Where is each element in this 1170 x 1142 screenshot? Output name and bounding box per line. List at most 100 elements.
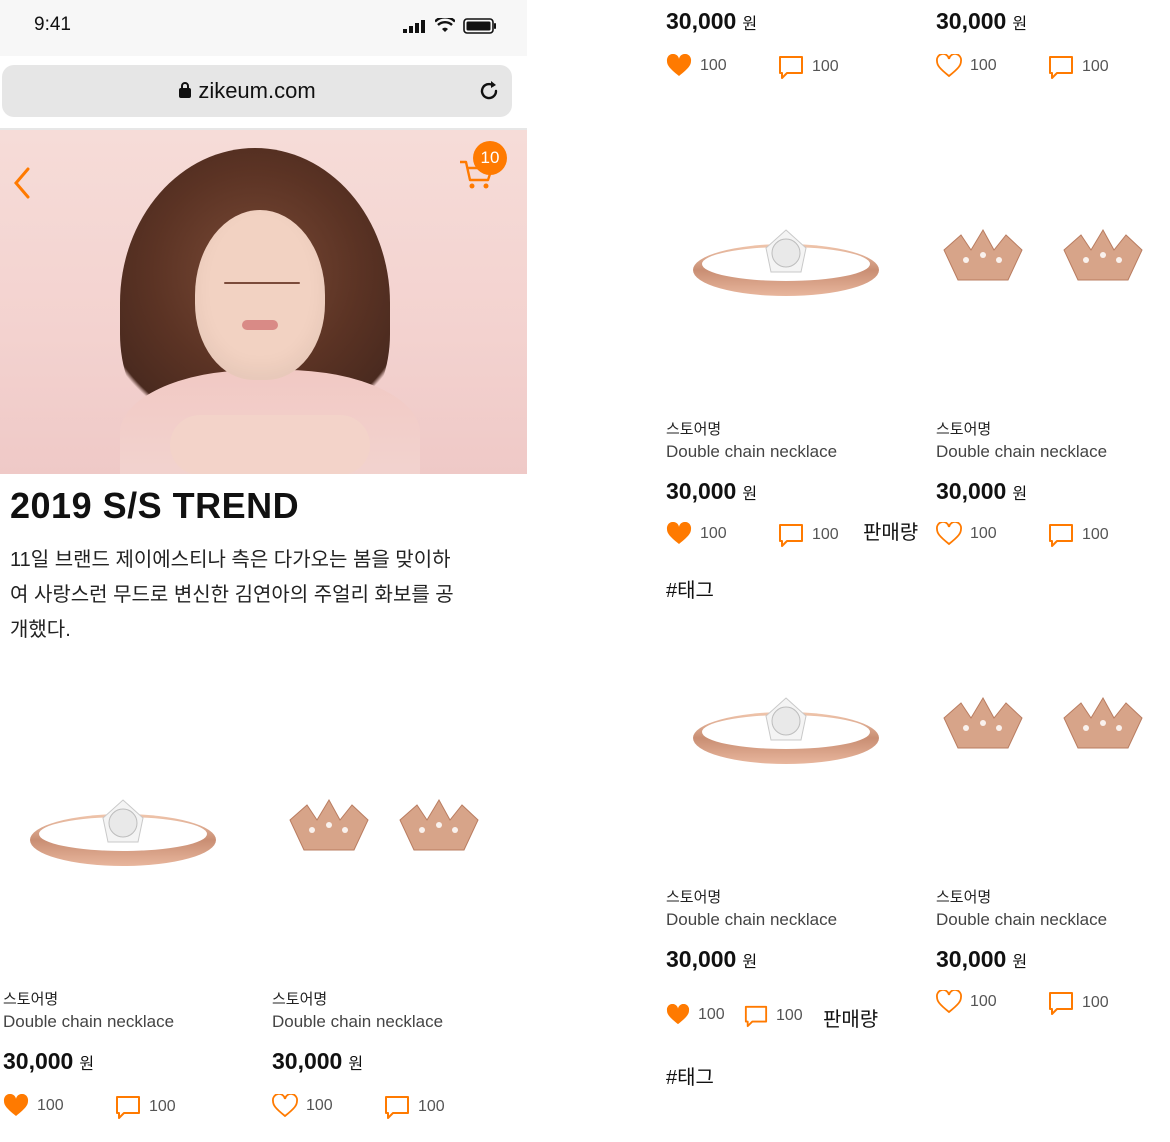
product-price: 30,000 원 (666, 946, 757, 973)
ring-image (30, 799, 216, 866)
product-price: 30,000 원 (3, 1048, 94, 1075)
comment-value: 100 (1082, 58, 1109, 75)
cart-count-badge: 10 (473, 141, 507, 175)
price-unit: 원 (742, 16, 758, 33)
like-count[interactable]: 100 (666, 54, 727, 78)
comment-icon (1049, 56, 1073, 79)
like-count[interactable]: 100 (666, 1004, 725, 1026)
store-name: 스토어명 (936, 421, 992, 438)
price-unit: 원 (1012, 954, 1028, 971)
like-value: 100 (970, 525, 997, 542)
article-description: 11일 브랜드 제이에스티나 측은 다가오는 봄을 맞이하 여 사랑스런 무드로… (10, 543, 515, 648)
comment-count[interactable]: 100 (1048, 522, 1109, 548)
comment-icon (116, 1096, 140, 1119)
price-unit: 원 (742, 954, 758, 971)
crown-earrings-image (289, 798, 479, 851)
product-price: 30,000 원 (666, 478, 757, 505)
like-count[interactable]: 100 (936, 54, 997, 78)
comment-value: 100 (1082, 994, 1109, 1011)
page-title: 2019 S/S TREND (10, 485, 300, 526)
url-text: zikeum.com (198, 78, 316, 103)
heart-filled-icon (666, 522, 692, 544)
comment-count[interactable]: 100 (744, 1004, 803, 1028)
heart-outline-icon (936, 54, 962, 78)
heart-outline-icon (936, 990, 962, 1014)
price-value: 30,000 (936, 478, 1007, 504)
store-name: 스토어명 (666, 421, 722, 438)
heart-filled-icon (666, 1004, 690, 1025)
price-value: 30,000 (666, 478, 737, 504)
product-price: 30,000 원 (936, 946, 1027, 973)
tag-label: #태그 (666, 580, 714, 602)
comment-icon (1049, 524, 1073, 547)
heart-outline-icon (272, 1094, 298, 1118)
heart-filled-icon (666, 54, 692, 76)
like-value: 100 (970, 57, 997, 74)
store-name: 스토어명 (936, 889, 992, 906)
sales-label: 판매량 (863, 522, 919, 544)
product-name: Double chain necklace (936, 442, 1108, 461)
hero-photo-face (195, 210, 325, 380)
tag-label: #태그 (666, 1067, 714, 1089)
heart-filled-icon (3, 1094, 29, 1116)
comment-count[interactable]: 100 (384, 1094, 445, 1120)
comment-value: 100 (149, 1098, 176, 1115)
comment-value: 100 (1082, 526, 1109, 543)
comment-count[interactable]: 100 (1048, 990, 1109, 1016)
like-count[interactable]: 100 (936, 990, 997, 1014)
price-value: 30,000 (272, 1048, 343, 1074)
comment-count[interactable]: 100 (1048, 54, 1109, 80)
product-name: Double chain necklace (936, 910, 1108, 929)
back-chevron-icon[interactable] (10, 165, 32, 201)
sales-label: 판매량 (823, 1009, 879, 1031)
comment-value: 100 (812, 58, 839, 75)
price-unit: 원 (1012, 16, 1028, 33)
like-value: 100 (698, 1006, 725, 1023)
like-count[interactable]: 100 (936, 522, 997, 546)
like-value: 100 (700, 525, 727, 542)
address-bar[interactable]: zikeum.com (2, 65, 512, 117)
status-bar: 9:41 (0, 0, 527, 56)
comment-count[interactable]: 100 (778, 522, 839, 548)
product-price: 30,000 원 (936, 478, 1027, 505)
price-value: 30,000 (666, 946, 737, 972)
like-count[interactable]: 100 (3, 1094, 64, 1118)
description-line: 11일 브랜드 제이에스티나 측은 다가오는 봄을 맞이하 (10, 549, 451, 571)
store-name: 스토어명 (666, 889, 722, 906)
price-unit: 원 (348, 1056, 364, 1073)
hero-photo-lips (242, 320, 278, 330)
like-count[interactable]: 100 (272, 1094, 333, 1118)
price-value: 30,000 (936, 8, 1007, 34)
crown-earrings-image (943, 228, 1143, 281)
product-price: 30,000 원 (666, 8, 757, 35)
reload-icon[interactable] (476, 78, 502, 104)
comment-icon (779, 524, 803, 547)
price-unit: 원 (1012, 486, 1028, 503)
wifi-icon (435, 18, 455, 32)
price-value: 30,000 (666, 8, 737, 34)
crown-earrings-image (943, 696, 1143, 749)
product-name: Double chain necklace (272, 1012, 444, 1031)
product-name: Double chain necklace (666, 442, 838, 461)
product-name: Double chain necklace (3, 1012, 175, 1031)
signal-icon (403, 20, 425, 33)
product-price: 30,000 원 (272, 1048, 363, 1075)
comment-count[interactable]: 100 (115, 1094, 176, 1120)
comment-count[interactable]: 100 (778, 54, 839, 80)
like-count[interactable]: 100 (666, 522, 727, 546)
comment-value: 100 (812, 526, 839, 543)
ring-image (693, 697, 879, 764)
like-value: 100 (37, 1097, 64, 1114)
store-name: 스토어명 (3, 991, 59, 1008)
left-screen: 9:41 zikeum.com 10 2019 S/S TREND 11일 브랜… (0, 0, 527, 1142)
price-unit: 원 (742, 486, 758, 503)
product-price: 30,000 원 (936, 8, 1027, 35)
hero-photo-eyes (224, 282, 300, 284)
status-time: 9:41 (34, 14, 71, 35)
comment-icon (779, 56, 803, 79)
comment-value: 100 (418, 1098, 445, 1115)
product-name: Double chain necklace (666, 910, 838, 929)
hero-photo-hands (170, 415, 370, 474)
like-value: 100 (700, 57, 727, 74)
comment-icon (744, 1005, 768, 1028)
